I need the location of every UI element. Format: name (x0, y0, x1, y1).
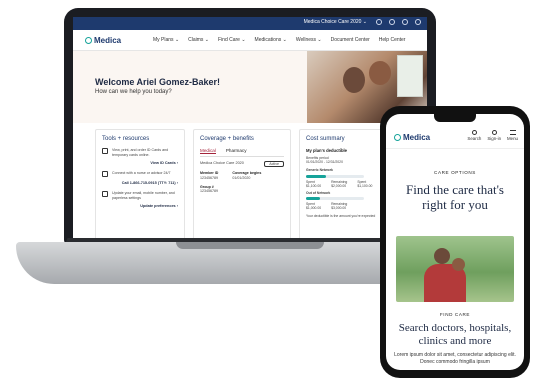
id-card-icon (102, 148, 108, 154)
group-number: Group #123456789 (200, 184, 218, 194)
nav-claims[interactable]: Claims ⌄ (188, 37, 209, 43)
find-care-title: Search doctors, hospitals, clinics and m… (398, 322, 512, 347)
search-icon (471, 130, 477, 135)
tab-medical[interactable]: Medical (200, 148, 216, 154)
phone-header: Medica Search Sign-in Menu (386, 126, 524, 149)
tool-row: Update your email, mobile number, and pa… (102, 191, 178, 200)
tool-text: Update your email, mobile number, and pa… (112, 191, 175, 200)
phone-header-actions: Search Sign-in Menu (467, 130, 518, 141)
update-preferences-link[interactable]: Update preferences › (102, 204, 178, 208)
phone-notch (434, 114, 476, 122)
find-care-eyebrow: FIND CARE (439, 312, 471, 317)
coverage-title: Coverage + benefits (200, 136, 254, 142)
phone-icon (102, 171, 108, 178)
medica-logo[interactable]: Medica (85, 36, 121, 45)
notification-icon[interactable] (376, 19, 382, 25)
in-network-progress (306, 174, 364, 178)
tools-title: Tools + resources (102, 136, 150, 142)
tool-text: View, print, and order ID Cards and temp… (112, 148, 169, 157)
call-nurse-link[interactable]: Call 1-866-715-0915 (TTY: 711) › (102, 181, 178, 185)
welcome-title: Welcome Ariel Gomez-Baker! (95, 77, 221, 87)
coverage-begins: Coverage begins 01/01/2020 (232, 171, 262, 180)
phone-screen: Medica Search Sign-in Menu CARE OPTIONS … (386, 114, 524, 370)
logo-text: Medica (94, 36, 122, 45)
nav-help-center[interactable]: Help Center (379, 37, 406, 43)
tool-text: Connect with a nurse or advisor 24/7 (112, 171, 171, 176)
member-id: Member ID 123456789 (200, 171, 219, 180)
utility-bar: Medica Choice Care 2020 ⌄ (73, 17, 427, 30)
medica-logo-icon (394, 134, 401, 141)
laptop-screen: Medica Choice Care 2020 ⌄ Medica My Plan… (73, 17, 427, 242)
nav-my-plans[interactable]: My Plans ⌄ (153, 37, 179, 43)
help-icon[interactable] (389, 19, 395, 25)
tab-pharmacy[interactable]: Pharmacy (226, 148, 247, 154)
hero-section: Welcome Ariel Gomez-Baker! How can we he… (73, 51, 427, 123)
view-id-cards-link[interactable]: View ID Cards › (102, 161, 178, 165)
dashboard-cards: Tools + resources View, print, and order… (95, 129, 427, 242)
user-icon (491, 130, 497, 135)
profile-icon (102, 191, 108, 198)
phone-menu-button[interactable]: Menu (507, 130, 518, 141)
plan-selector[interactable]: Medica Choice Care 2020 ⌄ (304, 19, 367, 25)
care-options-eyebrow: CARE OPTIONS (434, 170, 476, 175)
nav-find-care[interactable]: Find Care ⌄ (218, 37, 246, 43)
coverage-card: Coverage + benefits Medical Pharmacy Med… (193, 129, 291, 242)
main-nav: Medica My Plans ⌄ Claims ⌄ Find Care ⌄ M… (73, 30, 427, 51)
find-care-body: Lorem ipsum dolor sit amet, consectetur … (394, 352, 516, 365)
phone-frame: Medica Search Sign-in Menu CARE OPTIONS … (380, 106, 530, 378)
coverage-tabs: Medical Pharmacy (200, 148, 284, 157)
phone-medica-logo[interactable]: Medica (394, 133, 430, 142)
nav-medications[interactable]: Medications ⌄ (255, 37, 287, 43)
phone-hero-title: Find the care that's right for you (405, 182, 504, 212)
nav-document-center[interactable]: Document Center (331, 37, 370, 43)
plan-name: Medica Choice Care 2020 (200, 161, 244, 165)
tool-row: Connect with a nurse or advisor 24/7 (102, 171, 178, 178)
menu-icon (509, 130, 516, 135)
tool-row: View, print, and order ID Cards and temp… (102, 148, 178, 157)
nav-wellness[interactable]: Wellness ⌄ (296, 37, 322, 43)
settings-icon[interactable] (402, 19, 408, 25)
account-icon[interactable] (415, 19, 421, 25)
phone-logo-text: Medica (403, 133, 431, 142)
welcome-subtitle: How can we help you today? (95, 89, 172, 95)
status-badge: Active (264, 161, 284, 167)
phone-signin-button[interactable]: Sign-in (487, 130, 501, 141)
phone-search-button[interactable]: Search (467, 130, 481, 141)
medica-logo-icon (85, 37, 92, 44)
tools-card: Tools + resources View, print, and order… (95, 129, 185, 242)
utility-icons (376, 19, 421, 25)
phone-hero-photo (396, 236, 514, 302)
nav-links: My Plans ⌄ Claims ⌄ Find Care ⌄ Medicati… (153, 37, 405, 43)
plan-row: Medica Choice Care 2020 Active (200, 161, 284, 167)
out-network-progress (306, 197, 364, 201)
